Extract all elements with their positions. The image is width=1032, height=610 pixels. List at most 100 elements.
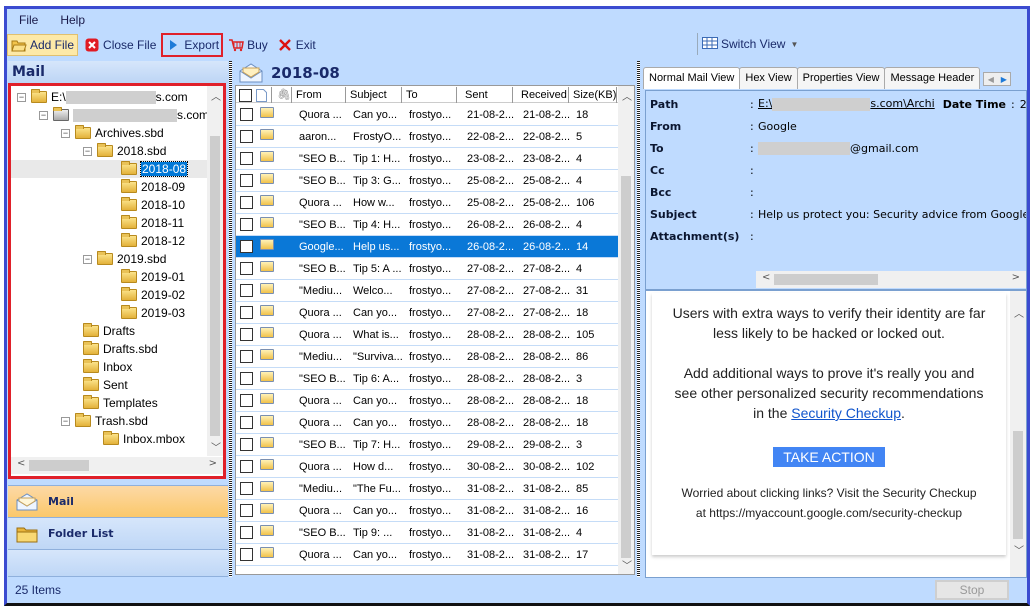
collapse-icon[interactable]: −	[17, 92, 26, 102]
tree-vertical-scrollbar[interactable]: ︿ ﹀	[207, 86, 223, 456]
row-checkbox[interactable]	[240, 438, 253, 451]
collapse-icon[interactable]: −	[83, 146, 92, 156]
row-checkbox[interactable]	[240, 548, 253, 561]
email-row[interactable]: "SEO B... Tip 7: H... frostyo... 29-08-2...…	[236, 434, 620, 456]
right-splitter[interactable]	[637, 61, 640, 577]
scroll-thumb[interactable]	[774, 274, 878, 285]
scroll-down-icon[interactable]: ﹀	[622, 557, 632, 572]
tree-node[interactable]: 2018-08	[11, 160, 211, 178]
scroll-down-icon[interactable]: ﹀	[211, 439, 221, 454]
tree-node-account[interactable]: − s.com	[39, 106, 209, 124]
tab-properties-view[interactable]: Properties View	[796, 67, 886, 89]
nav-mail[interactable]: Mail	[8, 485, 228, 517]
buy-button[interactable]: Buy	[225, 34, 271, 56]
row-checkbox[interactable]	[240, 328, 253, 341]
switch-view-button[interactable]: Switch View ▼	[697, 33, 798, 55]
scroll-up-icon[interactable]: ︿	[211, 88, 221, 103]
tab-hex-view[interactable]: Hex View	[739, 67, 798, 89]
email-row[interactable]: Quora ... How w... frostyo... 25-08-2... 25-…	[236, 192, 620, 214]
nav-folder-list[interactable]: Folder List	[8, 517, 228, 549]
email-row[interactable]: "SEO B... Tip 6: A... frostyo... 28-08-2...…	[236, 368, 620, 390]
col-to[interactable]: To	[402, 87, 457, 103]
row-checkbox[interactable]	[240, 284, 253, 297]
collapse-icon[interactable]: −	[61, 128, 70, 138]
row-checkbox[interactable]	[240, 174, 253, 187]
header-horizontal-scrollbar[interactable]: < >	[756, 271, 1026, 288]
tab-left-arrow-icon[interactable]: ◀	[988, 75, 994, 84]
row-checkbox[interactable]	[240, 306, 253, 319]
email-row[interactable]: "SEO B... Tip 9: ... frostyo... 31-08-2... 3…	[236, 522, 620, 544]
scroll-up-icon[interactable]: ︿	[1014, 305, 1024, 320]
col-from[interactable]: From	[292, 87, 346, 103]
email-row[interactable]: Quora ... What is... frostyo... 28-08-2... 2…	[236, 324, 620, 346]
tab-right-arrow-icon[interactable]: ▶	[1001, 75, 1007, 84]
row-checkbox[interactable]	[240, 460, 253, 473]
list-vertical-scrollbar[interactable]: ︿ ﹀	[618, 86, 634, 574]
row-checkbox[interactable]	[240, 482, 253, 495]
scroll-up-icon[interactable]: ︿	[622, 88, 632, 103]
tab-normal-mail-view[interactable]: Normal Mail View	[643, 67, 741, 89]
security-checkup-link[interactable]: Security Checkup	[791, 405, 901, 421]
scroll-right-icon[interactable]: >	[209, 458, 217, 469]
collapse-icon[interactable]: −	[83, 254, 92, 264]
row-checkbox[interactable]	[240, 372, 253, 385]
path-link[interactable]: E:\ s.com\Archi	[758, 97, 935, 111]
stop-button[interactable]: Stop	[935, 580, 1009, 600]
email-row[interactable]: "Mediu... "The Fu... frostyo... 31-08-2... 3…	[236, 478, 620, 500]
collapse-icon[interactable]: −	[39, 110, 48, 120]
col-size[interactable]: Size(KB)	[569, 87, 617, 103]
scroll-down-icon[interactable]: ﹀	[1014, 542, 1024, 557]
tree-horizontal-scrollbar[interactable]: < >	[11, 457, 223, 474]
select-all-checkbox[interactable]	[236, 87, 256, 103]
row-checkbox[interactable]	[240, 504, 253, 517]
row-checkbox[interactable]	[240, 350, 253, 363]
row-checkbox[interactable]	[240, 130, 253, 143]
collapse-icon[interactable]: −	[61, 416, 70, 426]
email-row[interactable]: "SEO B... Tip 5: A ... frostyo... 27-08-2..…	[236, 258, 620, 280]
row-checkbox[interactable]	[240, 526, 253, 539]
tree-node-root[interactable]: − E:\ s.com	[17, 88, 188, 106]
menu-file[interactable]: File	[19, 13, 38, 27]
left-splitter[interactable]	[229, 61, 232, 577]
email-row[interactable]: Quora ... Can yo... frostyo... 21-08-2... 21…	[236, 104, 620, 126]
email-row[interactable]: "Mediu... Welco... frostyo... 27-08-2... 27-…	[236, 280, 620, 302]
row-checkbox[interactable]	[240, 108, 253, 121]
email-row[interactable]: Quora ... Can yo... frostyo... 31-08-2... 31…	[236, 500, 620, 522]
email-row[interactable]: Quora ... Can yo... frostyo... 28-08-2... 28…	[236, 390, 620, 412]
email-row[interactable]: aaron... FrostyO... frostyo... 22-08-2... 22…	[236, 126, 620, 148]
scroll-left-icon[interactable]: <	[762, 272, 770, 283]
email-row[interactable]: Quora ... Can yo... frostyo... 31-08-2... 31…	[236, 544, 620, 566]
body-vertical-scrollbar[interactable]: ︿ ﹀	[1010, 291, 1026, 577]
col-sent[interactable]: Sent	[457, 87, 513, 103]
close-file-button[interactable]: Close File	[81, 34, 159, 56]
row-checkbox[interactable]	[240, 152, 253, 165]
row-checkbox[interactable]	[240, 196, 253, 209]
row-checkbox[interactable]	[240, 416, 253, 429]
menu-help[interactable]: Help	[60, 13, 85, 27]
scroll-left-icon[interactable]: <	[17, 458, 25, 469]
export-button[interactable]: Export	[161, 33, 224, 57]
exit-button[interactable]: Exit	[274, 34, 319, 56]
add-file-button[interactable]: Add File	[7, 34, 79, 56]
scroll-thumb[interactable]	[210, 136, 220, 436]
take-action-button[interactable]: TAKE ACTION	[773, 447, 885, 467]
email-row[interactable]: "SEO B... Tip 1: H... frostyo... 23-08-2...…	[236, 148, 620, 170]
email-row[interactable]: Quora ... Can yo... frostyo... 28-08-2... 28…	[236, 412, 620, 434]
row-checkbox[interactable]	[240, 394, 253, 407]
row-checkbox[interactable]	[240, 240, 253, 253]
col-subject[interactable]: Subject	[346, 87, 402, 103]
tab-message-header[interactable]: Message Header	[884, 67, 981, 89]
scroll-thumb[interactable]	[29, 460, 89, 471]
email-row[interactable]: "SEO B... Tip 3: G... frostyo... 25-08-2...…	[236, 170, 620, 192]
col-received[interactable]: Received	[513, 87, 569, 103]
email-row[interactable]: Quora ... Can yo... frostyo... 27-08-2... 27…	[236, 302, 620, 324]
scroll-thumb[interactable]	[1013, 431, 1023, 539]
email-row[interactable]: Google... Help us... frostyo... 26-08-2... 2…	[236, 236, 620, 258]
email-row[interactable]: Quora ... How d... frostyo... 30-08-2... 30-…	[236, 456, 620, 478]
row-checkbox[interactable]	[240, 262, 253, 275]
email-row[interactable]: "SEO B... Tip 4: H... frostyo... 26-08-2...…	[236, 214, 620, 236]
row-checkbox[interactable]	[240, 218, 253, 231]
scroll-thumb[interactable]	[621, 176, 631, 558]
scroll-right-icon[interactable]: >	[1012, 272, 1020, 283]
email-row[interactable]: "Mediu... "Surviva... frostyo... 28-08-2...…	[236, 346, 620, 368]
